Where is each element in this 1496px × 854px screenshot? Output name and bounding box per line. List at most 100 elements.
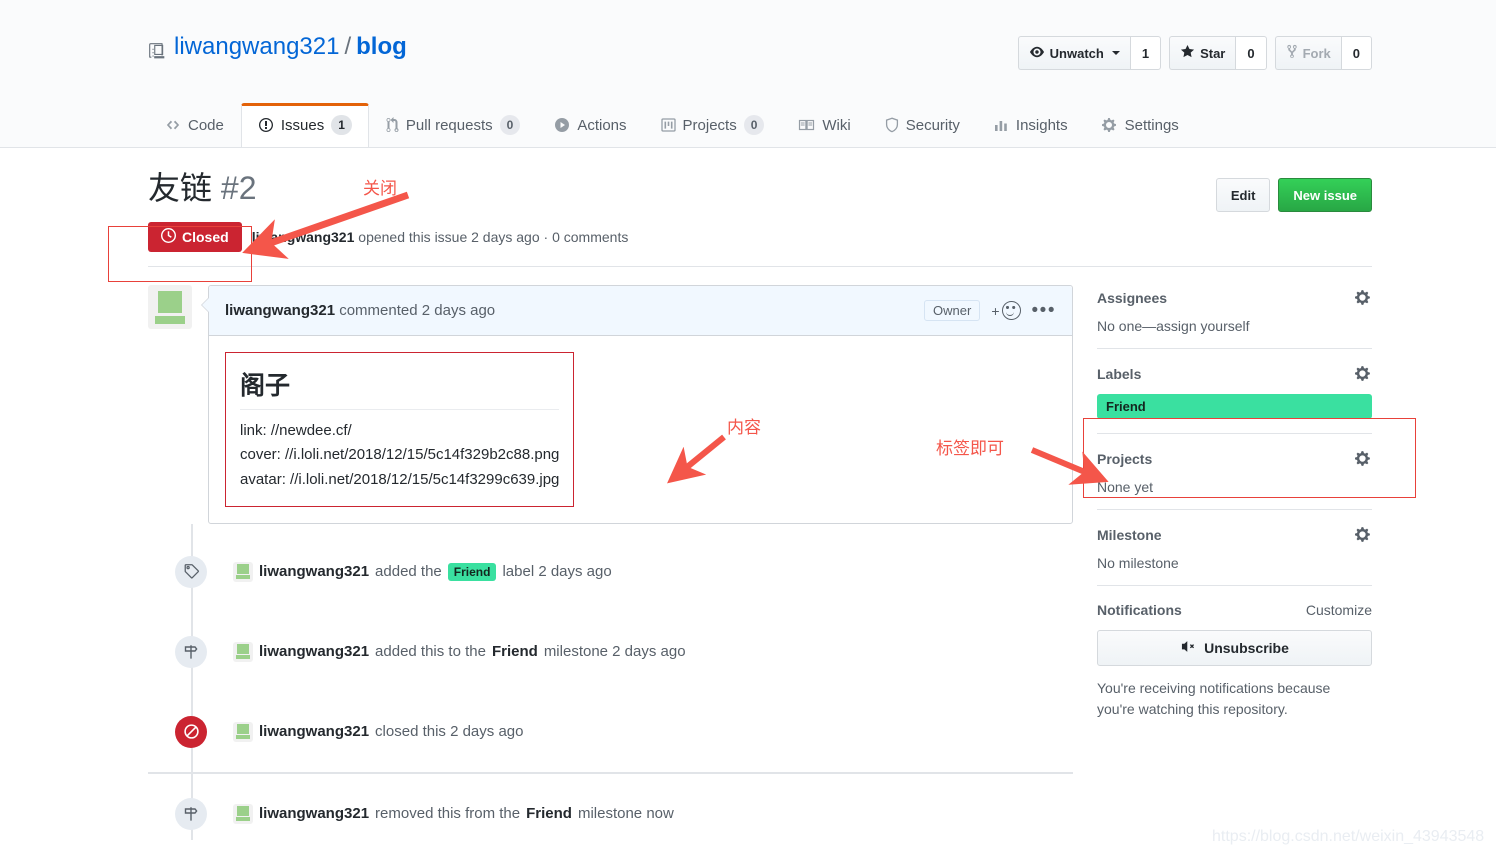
repo-actions: Unwatch 1 Star 0 Fork 0 bbox=[1017, 36, 1372, 70]
timeline-suffix-text: milestone now bbox=[577, 805, 674, 823]
avatar[interactable] bbox=[233, 561, 253, 582]
avatar[interactable] bbox=[233, 803, 253, 824]
watch-button-group[interactable]: Unwatch 1 bbox=[1017, 36, 1162, 70]
comment-author[interactable]: liwangwang321 bbox=[225, 302, 335, 319]
issue-main-column: liwangwang321 commented 2 days ago Owner… bbox=[148, 267, 1073, 854]
repo-name-link[interactable]: blog bbox=[356, 32, 407, 62]
sidebar-milestone-header: Milestone bbox=[1097, 526, 1372, 543]
repo-owner-link[interactable]: liwangwang321 bbox=[174, 32, 339, 62]
sidebar-assignees-value[interactable]: No one—assign yourself bbox=[1097, 318, 1372, 334]
add-reaction-icon[interactable]: + bbox=[991, 301, 1021, 320]
repo-nav: Code Issues 1 Pull requests 0 Actions Pr… bbox=[0, 103, 1196, 147]
star-button[interactable]: Star bbox=[1169, 36, 1236, 70]
unsubscribe-button[interactable]: Unsubscribe bbox=[1097, 630, 1372, 666]
tab-settings[interactable]: Settings bbox=[1085, 103, 1196, 147]
play-icon bbox=[554, 117, 570, 133]
notifications-note-line2: you're watching this repository. bbox=[1097, 701, 1288, 717]
sidebar-assignees-header: Assignees bbox=[1097, 289, 1372, 306]
notifications-note: You're receiving notifications because y… bbox=[1097, 678, 1372, 720]
timeline-action-text: added the bbox=[375, 563, 442, 581]
shield-icon bbox=[885, 117, 899, 133]
tab-pull-requests[interactable]: Pull requests 0 bbox=[369, 103, 537, 147]
gear-icon[interactable] bbox=[1355, 289, 1372, 306]
avatar[interactable] bbox=[233, 721, 253, 742]
sidebar-label-chip[interactable]: Friend bbox=[1097, 394, 1372, 419]
tab-actions-label: Actions bbox=[577, 116, 627, 134]
comment-author-line: liwangwang321 commented 2 days ago bbox=[225, 302, 495, 319]
issue-columns: liwangwang321 commented 2 days ago Owner… bbox=[148, 267, 1372, 854]
customize-link[interactable]: Customize bbox=[1306, 602, 1372, 618]
tab-pull-requests-count: 0 bbox=[499, 115, 521, 135]
timeline-suffix-text: milestone 2 days ago bbox=[543, 643, 686, 661]
star-label: Star bbox=[1200, 45, 1226, 61]
tab-projects[interactable]: Projects 0 bbox=[644, 103, 782, 147]
kebab-horizontal-icon[interactable]: ••• bbox=[1032, 301, 1056, 320]
sidebar-labels-header: Labels bbox=[1097, 365, 1372, 382]
tab-issues[interactable]: Issues 1 bbox=[240, 103, 369, 147]
fork-button[interactable]: Fork bbox=[1274, 36, 1341, 70]
timeline-actor[interactable]: liwangwang321 bbox=[259, 643, 369, 660]
fork-label: Fork bbox=[1302, 45, 1331, 61]
gear-icon[interactable] bbox=[1355, 450, 1372, 467]
issue-opened-text: opened this issue 2 days ago bbox=[358, 229, 540, 245]
sidebar-assignees-title: Assignees bbox=[1097, 289, 1168, 306]
sidebar-milestone-value: No milestone bbox=[1097, 555, 1179, 571]
fork-button-group[interactable]: Fork 0 bbox=[1274, 36, 1372, 70]
timeline-actor[interactable]: liwangwang321 bbox=[259, 563, 369, 580]
comment-header-actions: Owner + ••• bbox=[924, 300, 1056, 321]
avatar[interactable] bbox=[148, 285, 192, 329]
edit-button[interactable]: Edit bbox=[1215, 178, 1271, 212]
repo-title-row: liwangwang321 / blog Unwatch 1 Star 0 Fo… bbox=[0, 0, 1496, 70]
github-issue-page: liwangwang321 / blog Unwatch 1 Star 0 Fo… bbox=[0, 0, 1496, 854]
watch-count[interactable]: 1 bbox=[1129, 36, 1162, 70]
unwatch-button[interactable]: Unwatch bbox=[1017, 36, 1130, 70]
timeline-item-milestone-added: liwangwang321 added this to the Friend m… bbox=[170, 612, 1073, 692]
tab-actions[interactable]: Actions bbox=[537, 103, 643, 147]
gear-icon[interactable] bbox=[1355, 365, 1372, 382]
star-icon bbox=[1180, 44, 1195, 62]
timeline-text: liwangwang321 removed this from the Frie… bbox=[233, 803, 674, 824]
smiley-icon bbox=[1001, 301, 1021, 320]
avatar-shape-top bbox=[158, 290, 182, 313]
tab-insights[interactable]: Insights bbox=[977, 103, 1085, 147]
repo-header: liwangwang321 / blog Unwatch 1 Star 0 Fo… bbox=[0, 0, 1496, 148]
issue-content: 友链 #2 Edit New issue Closed liwangwang32… bbox=[0, 148, 1496, 854]
star-button-group[interactable]: Star 0 bbox=[1169, 36, 1267, 70]
sidebar-notifications-header: Notifications Customize bbox=[1097, 602, 1372, 618]
sidebar-notifications-title: Notifications bbox=[1097, 602, 1182, 618]
sidebar-section-milestone: Milestone No milestone bbox=[1097, 526, 1372, 586]
breadcrumb-separator: / bbox=[344, 33, 352, 60]
fork-count[interactable]: 0 bbox=[1340, 36, 1372, 70]
issue-author[interactable]: liwangwang321 bbox=[252, 229, 355, 245]
timeline-milestone-name[interactable]: Friend bbox=[492, 643, 538, 660]
comment-line-avatar: avatar: //i.loli.net/2018/12/15/5c14f329… bbox=[240, 470, 560, 488]
issue-meta: liwangwang321 opened this issue 2 days a… bbox=[252, 229, 629, 245]
timeline-milestone-name[interactable]: Friend bbox=[526, 805, 572, 822]
graph-icon bbox=[994, 117, 1009, 133]
notifications-note-line1: You're receiving notifications because bbox=[1097, 680, 1331, 696]
tab-projects-count: 0 bbox=[743, 115, 765, 135]
tab-wiki[interactable]: Wiki bbox=[781, 103, 867, 147]
timeline-action-text: added this to the bbox=[375, 643, 486, 661]
milestone-icon bbox=[175, 635, 207, 668]
new-issue-button[interactable]: New issue bbox=[1278, 178, 1372, 212]
tab-projects-label: Projects bbox=[682, 116, 737, 134]
star-count[interactable]: 0 bbox=[1235, 36, 1267, 70]
label-chip[interactable]: Friend bbox=[447, 562, 497, 581]
circle-slash-icon bbox=[175, 715, 207, 748]
tab-pull-requests-label: Pull requests bbox=[405, 116, 493, 134]
tag-icon bbox=[175, 555, 207, 588]
page-title: 友链 #2 bbox=[148, 168, 257, 208]
tab-code[interactable]: Code bbox=[148, 103, 241, 147]
gear-icon[interactable] bbox=[1355, 526, 1372, 543]
tab-issues-label: Issues bbox=[280, 116, 325, 134]
issue-closed-icon bbox=[161, 228, 176, 246]
fork-icon bbox=[1286, 44, 1298, 62]
timeline-actor[interactable]: liwangwang321 bbox=[259, 805, 369, 822]
tab-insights-label: Insights bbox=[1015, 116, 1068, 134]
timeline-actor[interactable]: liwangwang321 bbox=[259, 723, 369, 740]
avatar[interactable] bbox=[233, 641, 253, 662]
timeline-text: liwangwang321 closed this 2 days ago bbox=[233, 721, 523, 742]
issue-state-row: Closed liwangwang321 opened this issue 2… bbox=[148, 222, 1372, 267]
tab-security[interactable]: Security bbox=[868, 103, 977, 147]
